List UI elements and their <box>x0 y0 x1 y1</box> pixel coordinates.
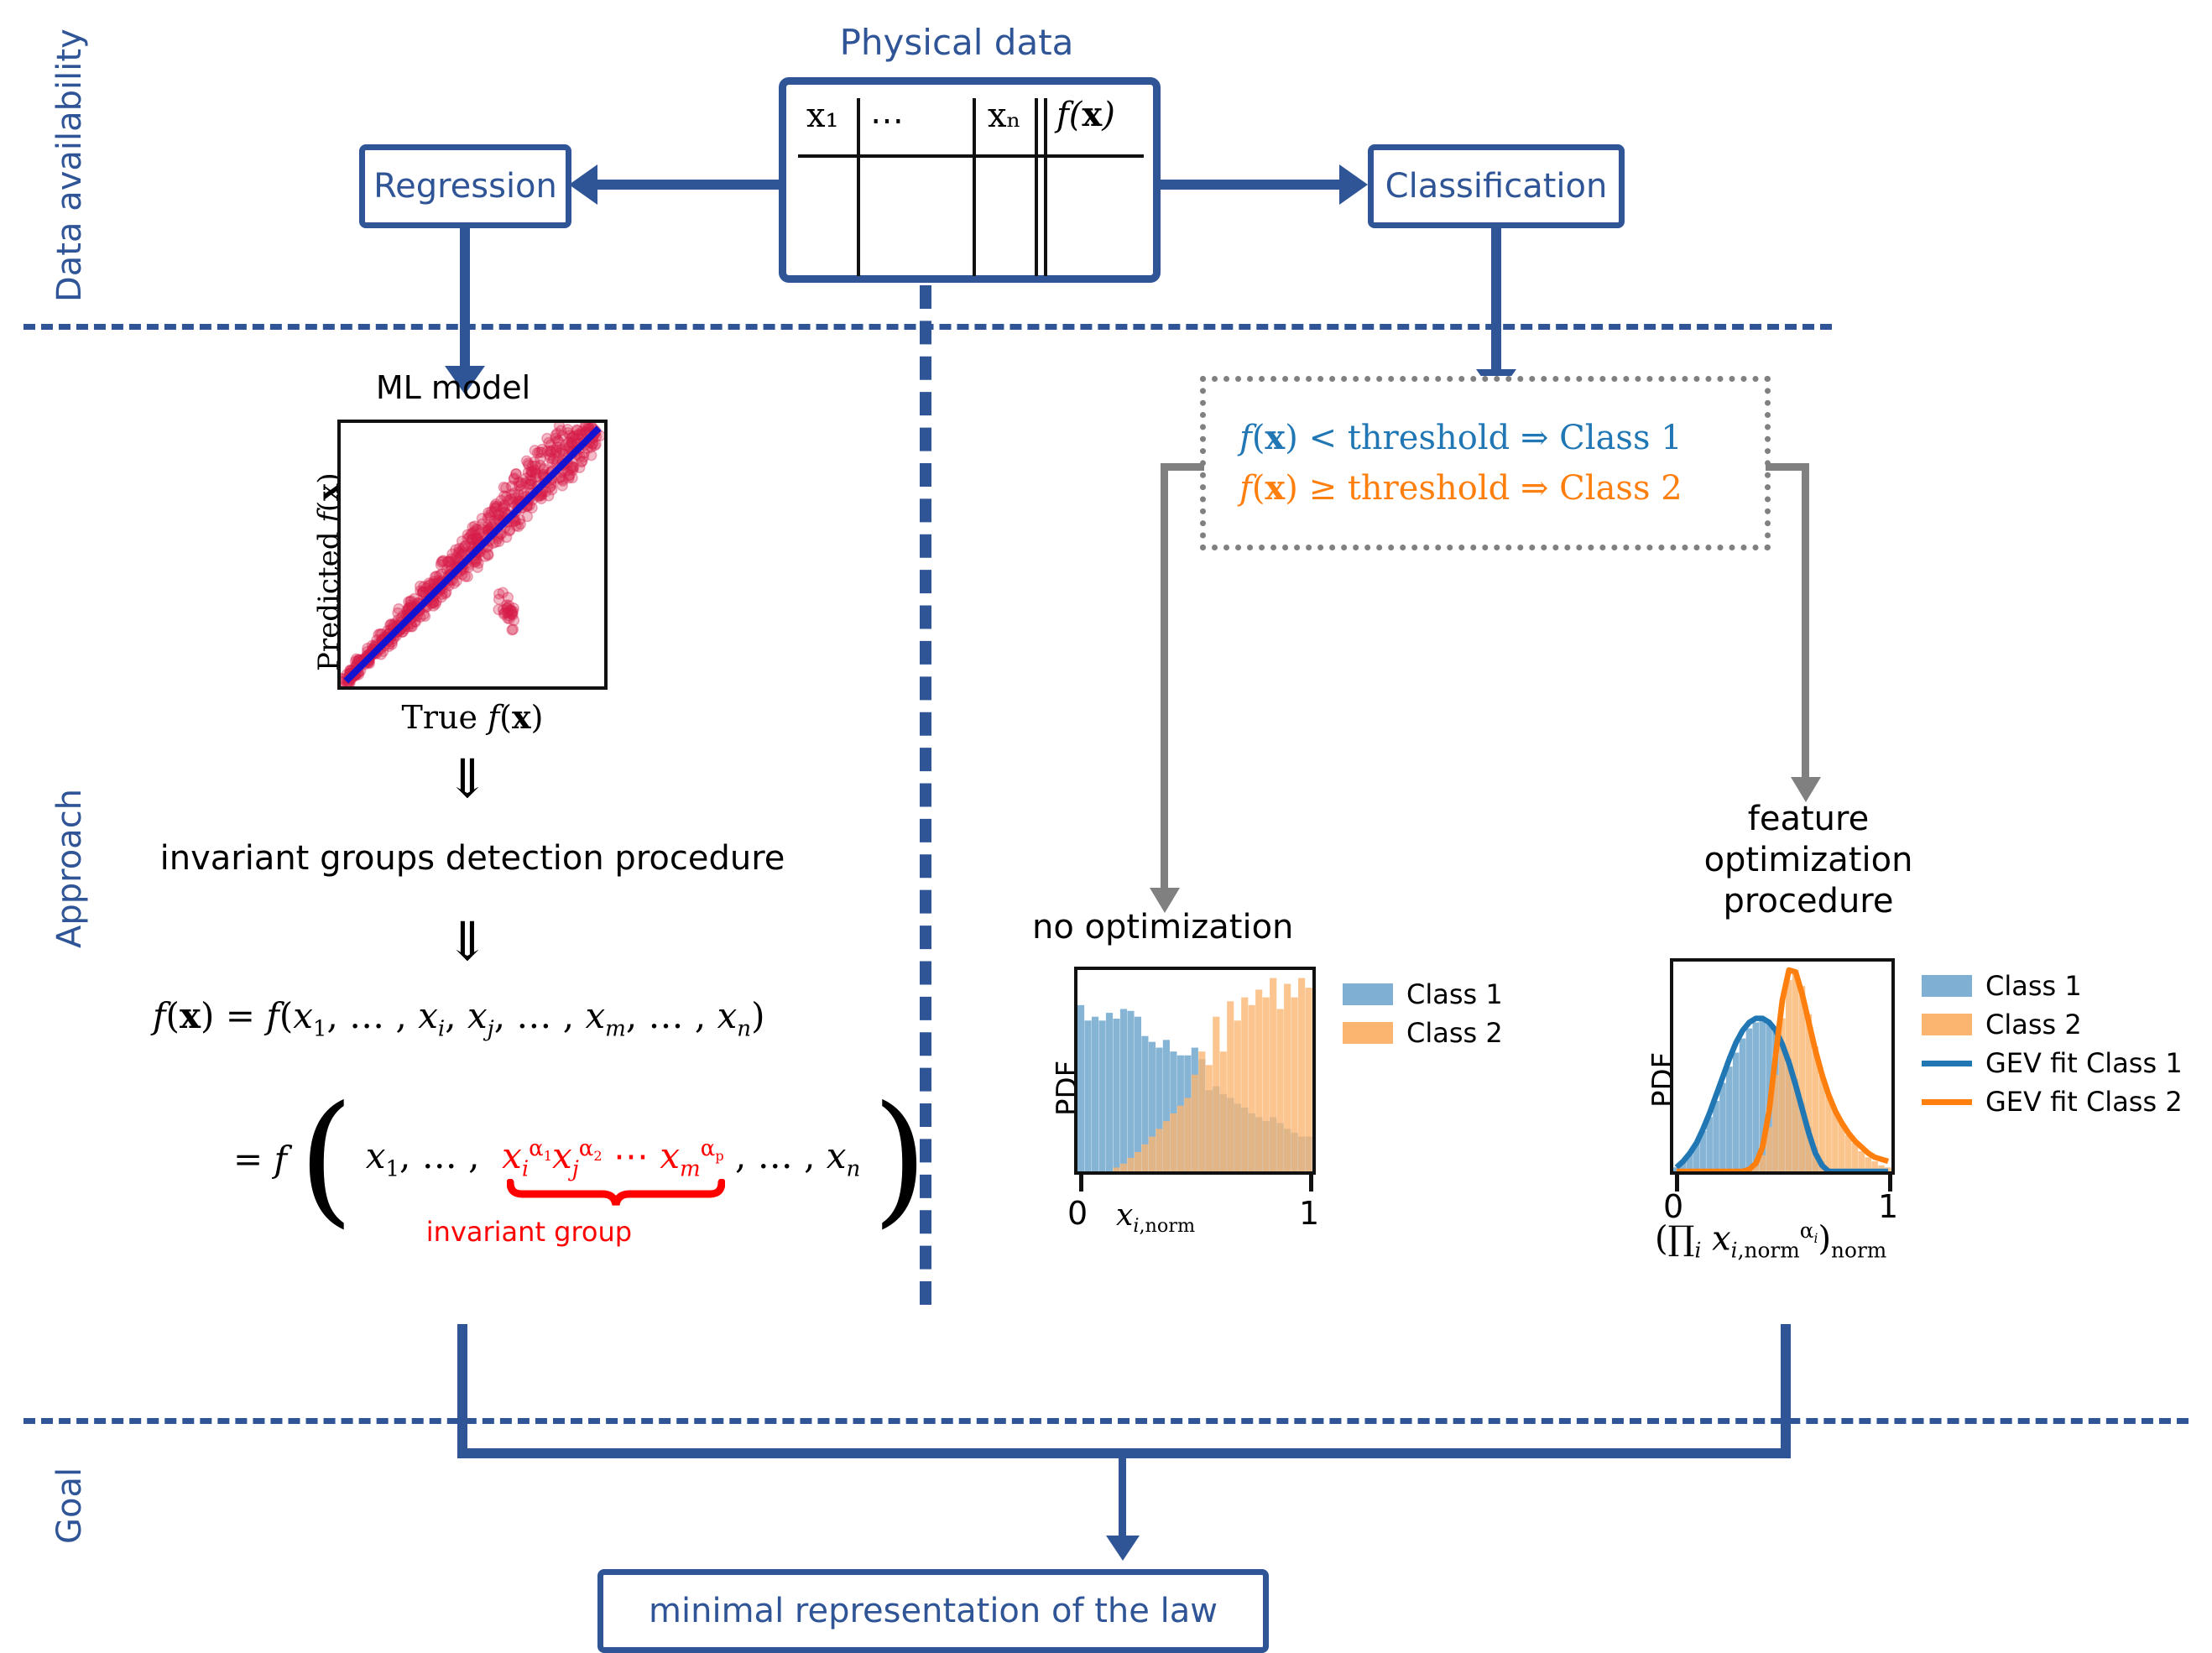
threshold-rule-class1: f(x) < threshold ⇒ Class 1 <box>1239 418 1682 457</box>
legend-item: Class 1 <box>1922 967 2183 1005</box>
legend-line-gev2 <box>1922 1098 1972 1105</box>
legend-swatch-class2 <box>1343 1022 1393 1044</box>
eq2-left-paren: ( <box>298 1076 354 1242</box>
feature-opt-xlabel: (∏i xi,normαi)norm <box>1655 1218 1887 1263</box>
legend-label: GEV fit Class 1 <box>1985 1047 2183 1079</box>
separator-goal <box>23 1418 2189 1424</box>
legend-label: Class 2 <box>1406 1017 1503 1049</box>
classification-box[interactable]: Classification <box>1368 144 1625 228</box>
threshold-rule-class2: f(x) ≥ threshold ⇒ Class 2 <box>1239 468 1682 508</box>
legend-line-gev1 <box>1922 1060 1972 1066</box>
section-label-approach: Approach <box>50 788 89 948</box>
feature-optimization-svg <box>1673 967 1891 1171</box>
equation-invariant-group: = f ( x1, … , xiα1xjα2 ⋯ xmαp , … , xn i… <box>233 1076 928 1248</box>
gray-arrow-left-vertical <box>1161 463 1168 891</box>
regression-box[interactable]: Regression <box>359 144 571 228</box>
no-opt-tick-1 <box>1309 1175 1313 1192</box>
eq2-invariant-group-terms: xiα1xjα2 ⋯ xmαp <box>502 1135 735 1207</box>
feature-optimization-plot <box>1670 958 1895 1175</box>
table-col-xn: xₙ <box>988 96 1021 135</box>
classification-label: Classification <box>1385 167 1608 206</box>
invariant-group-brace <box>507 1179 726 1207</box>
physical-data-title: Physical data <box>839 22 1074 63</box>
merge-bracket-right-vertical <box>1781 1324 1791 1458</box>
merge-bracket-down-stem <box>1119 1448 1126 1541</box>
ml-model-svg <box>341 423 604 686</box>
feature-optimization-title: feature optimization procedure <box>1662 799 1955 921</box>
table-vrule-1 <box>857 98 860 276</box>
goal-box[interactable]: minimal representation of the law <box>597 1569 1269 1653</box>
implies-arrow-2: ⇓ <box>445 911 490 973</box>
arrowhead-regression <box>569 164 597 205</box>
no-opt-legend: Class 1 Class 2 <box>1343 975 1503 1052</box>
invariant-groups-procedure-text: invariant groups detection procedure <box>159 839 785 878</box>
legend-label: Class 2 <box>1985 1009 2082 1040</box>
legend-item: Class 1 <box>1343 975 1503 1014</box>
table-vrule-3b <box>1044 98 1047 276</box>
no-optimization-title: no optimization <box>1032 908 1294 946</box>
table-col-x1: x₁ <box>806 96 839 135</box>
legend-label: Class 1 <box>1406 978 1503 1010</box>
no-optimization-svg <box>1077 978 1312 1171</box>
table-vrule-2 <box>973 98 976 276</box>
goal-label: minimal representation of the law <box>649 1592 1218 1630</box>
legend-swatch-class1 <box>1922 975 1972 997</box>
eq2-right-paren: ) <box>872 1076 928 1242</box>
legend-item: Class 2 <box>1343 1014 1503 1052</box>
table-vrule-3a <box>1035 98 1038 276</box>
no-opt-tick-0 <box>1079 1175 1083 1192</box>
feature-opt-title-line-3: procedure <box>1723 881 1894 920</box>
arrow-classification-down <box>1491 228 1501 373</box>
physical-data-table: x₁ ⋯ xₙ f(x) <box>779 77 1161 283</box>
table-header-rule <box>798 154 1144 158</box>
feature-opt-legend: Class 1 Class 2 GEV fit Class 1 GEV fit … <box>1922 967 2183 1121</box>
arrow-table-to-regression <box>592 180 779 190</box>
gray-arrow-right-vertical <box>1802 463 1809 780</box>
merge-bracket-arrowhead <box>1106 1536 1140 1561</box>
arrowhead-classification <box>1339 164 1368 205</box>
feature-opt-title-line-2: optimization <box>1703 840 1913 879</box>
no-opt-xtick-0: 0 <box>1067 1195 1088 1232</box>
table-col-ellipsis: ⋯ <box>870 102 904 140</box>
ml-model-title: ML model <box>375 369 531 406</box>
legend-item: GEV fit Class 1 <box>1922 1044 2183 1082</box>
table-col-fx: f(x) <box>1056 95 1115 134</box>
eq2-left-terms: x1, … , <box>365 1135 491 1182</box>
section-label-goal: Goal <box>50 1467 89 1544</box>
legend-label: Class 1 <box>1985 970 2082 1002</box>
legend-label: GEV fit Class 2 <box>1985 1086 2183 1118</box>
no-optimization-plot <box>1074 967 1316 1175</box>
no-opt-xlabel: xi,norm <box>1116 1198 1196 1238</box>
threshold-rules-box: f(x) < threshold ⇒ Class 1 f(x) ≥ thresh… <box>1200 376 1771 550</box>
legend-swatch-class1 <box>1343 983 1393 1005</box>
ml-model-plot <box>337 420 608 690</box>
ml-model-xlabel: True f(x) <box>401 698 544 736</box>
implies-arrow-1: ⇓ <box>445 748 490 811</box>
invariant-group-annotation: invariant group <box>425 1216 633 1249</box>
legend-swatch-class2 <box>1922 1014 1972 1035</box>
arrow-table-to-classification <box>1161 180 1343 190</box>
arrow-regression-down <box>460 228 470 369</box>
equation-decomposition: f(x) = f(x1, … , xi, xj, … , xm, … , xn) <box>153 995 765 1042</box>
legend-item: GEV fit Class 2 <box>1922 1082 2183 1121</box>
no-opt-xtick-1: 1 <box>1299 1195 1320 1232</box>
section-label-data-availability: Data availability <box>50 29 89 302</box>
legend-item: Class 2 <box>1922 1005 2183 1044</box>
regression-label: Regression <box>373 167 557 206</box>
merge-bracket-left-vertical <box>457 1324 467 1458</box>
eq2-prefix: = f <box>233 1138 288 1180</box>
eq2-right-terms: , … , xn <box>735 1135 861 1182</box>
feature-opt-title-line-1: feature <box>1747 800 1870 838</box>
